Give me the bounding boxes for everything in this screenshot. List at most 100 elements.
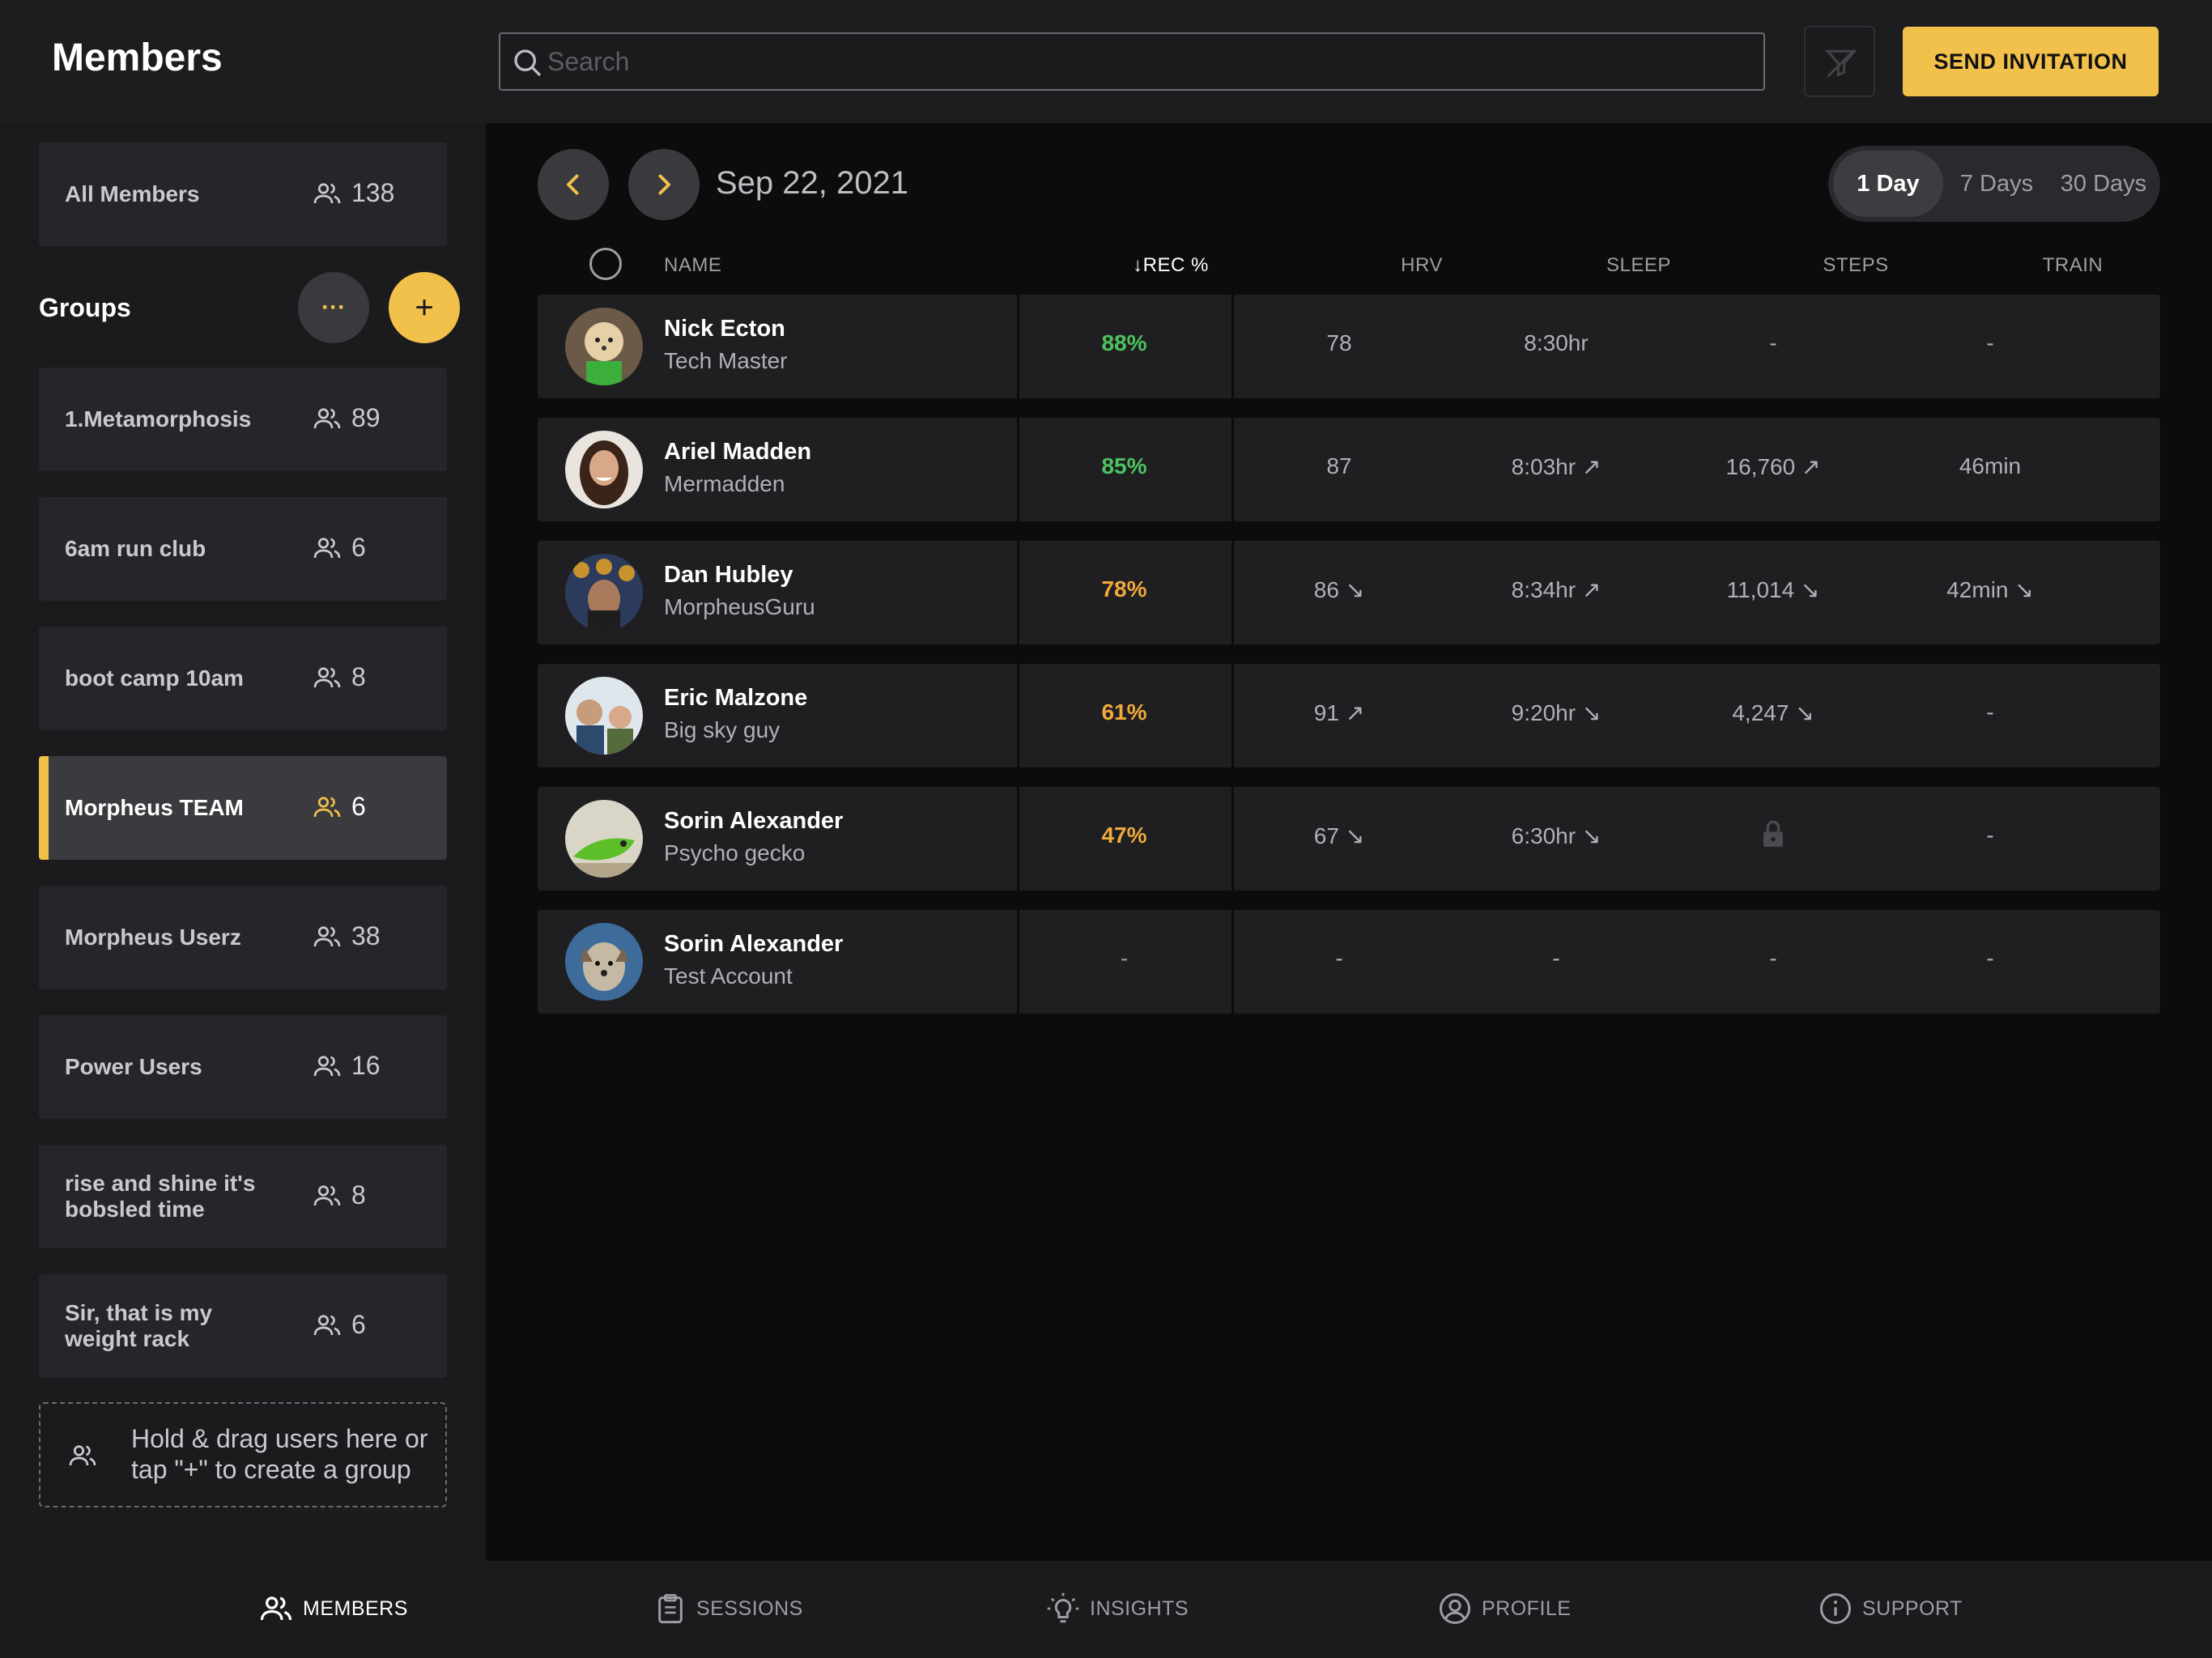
count-value: 8 — [351, 1180, 366, 1209]
previous-day-button[interactable] — [538, 149, 609, 220]
people-icon — [313, 666, 341, 687]
table-row[interactable]: Nick Ecton Tech Master 88% 78 8:30hr - - — [538, 295, 2160, 398]
tab-insights[interactable]: INSIGHTS — [1046, 1592, 1189, 1626]
members-panel: Sep 22, 2021 1 Day 7 Days 30 Days NAME ↓… — [486, 123, 2212, 1561]
avatar — [565, 923, 643, 1001]
search-input[interactable] — [547, 42, 1746, 81]
steps-value: 4,247 ↘ — [1732, 700, 1814, 725]
tab-support[interactable]: SUPPORT — [1819, 1592, 1963, 1626]
group-count: 16 — [313, 1051, 381, 1081]
count-value: 138 — [351, 178, 395, 207]
people-icon — [313, 182, 341, 203]
insights-icon — [1047, 1592, 1079, 1623]
column-header-hrv[interactable]: HRV — [1341, 254, 1503, 277]
hrv-value: 67 ↘ — [1313, 823, 1365, 848]
hrv-value: 86 ↘ — [1313, 577, 1365, 602]
sleep-value: 8:30hr — [1524, 330, 1589, 355]
range-1-day[interactable]: 1 Day — [1833, 151, 1943, 217]
table-row[interactable]: Sorin Alexander Psycho gecko 47% 67 ↘ 6:… — [538, 787, 2160, 891]
table-row[interactable]: Sorin Alexander Test Account - - - - - — [538, 910, 2160, 1014]
train-value: - — [1986, 823, 1994, 848]
train-value: - — [1986, 330, 1994, 355]
group-card[interactable]: Sir, that is my weight rack 6 — [39, 1274, 447, 1378]
member-subtitle: Test Account — [664, 963, 793, 988]
column-header-rec[interactable]: ↓REC % — [1090, 254, 1252, 277]
people-icon — [313, 1314, 341, 1335]
sleep-value: - — [1552, 946, 1560, 971]
table-row[interactable]: Ariel Madden Mermadden 85% 87 8:03hr ↗ 1… — [538, 418, 2160, 521]
sleep-value: 8:03hr ↗ — [1511, 454, 1602, 479]
people-icon — [313, 1055, 341, 1076]
rec-value: 61% — [1101, 699, 1147, 725]
column-header-rec-label: REC % — [1142, 254, 1209, 276]
group-card[interactable]: 1.Metamorphosis 89 — [39, 368, 447, 471]
sleep-value: 8:34hr ↗ — [1511, 577, 1602, 602]
group-count: 6 — [313, 533, 366, 563]
members-icon — [260, 1596, 292, 1621]
group-card[interactable]: Power Users 16 — [39, 1015, 447, 1119]
more-options-button[interactable]: ··· — [298, 272, 369, 343]
all-members-card[interactable]: All Members 138 — [39, 142, 447, 246]
next-day-button[interactable] — [628, 149, 700, 220]
group-count: 8 — [313, 662, 366, 692]
range-7-days[interactable]: 7 Days — [1943, 151, 2050, 217]
tab-label: SUPPORT — [1862, 1596, 1963, 1620]
member-name: Eric Malzone — [664, 685, 808, 711]
rec-value: 78% — [1101, 576, 1147, 602]
steps-value: 16,760 ↗ — [1725, 454, 1821, 479]
select-all-checkbox[interactable] — [589, 248, 622, 280]
lock-icon — [1763, 820, 1783, 847]
bottom-tab-bar: MEMBERS SESSIONS INSIGHTS PROFILE SUPPOR… — [0, 1561, 2212, 1658]
tab-label: PROFILE — [1482, 1596, 1572, 1620]
groups-sidebar: All Members 138 Groups ··· + 1.Metamorph… — [0, 123, 486, 1561]
group-count: 38 — [313, 921, 381, 951]
column-header-steps[interactable]: STEPS — [1775, 254, 1937, 277]
filter-button[interactable] — [1804, 26, 1875, 97]
group-card[interactable]: 6am run club 6 — [39, 497, 447, 601]
range-30-days[interactable]: 30 Days — [2050, 151, 2157, 217]
count-value: 6 — [351, 792, 366, 821]
member-subtitle: Big sky guy — [664, 717, 781, 742]
group-card-selected[interactable]: Morpheus TEAM 6 — [39, 756, 447, 860]
chevron-left-icon — [567, 174, 579, 195]
avatar — [565, 308, 643, 385]
group-card[interactable]: rise and shine it's bobsled time 8 — [39, 1145, 447, 1248]
count-value: 6 — [351, 533, 366, 562]
group-card[interactable]: Morpheus Userz 38 — [39, 886, 447, 989]
table-row[interactable]: Dan Hubley MorpheusGuru 78% 86 ↘ 8:34hr … — [538, 541, 2160, 644]
add-group-button[interactable]: + — [389, 272, 460, 343]
group-name: rise and shine it's bobsled time — [65, 1171, 256, 1222]
hrv-value: 87 — [1326, 453, 1352, 478]
people-icon — [313, 796, 341, 817]
tab-sessions[interactable]: SESSIONS — [654, 1592, 803, 1626]
table-row[interactable]: Eric Malzone Big sky guy 61% 91 ↗ 9:20hr… — [538, 664, 2160, 767]
group-name: boot camp 10am — [65, 665, 244, 691]
rec-value: 47% — [1101, 823, 1147, 848]
member-name: Ariel Madden — [664, 439, 812, 465]
column-header-train[interactable]: TRAIN — [1992, 254, 2154, 277]
chevron-right-icon — [658, 174, 670, 195]
profile-icon — [1440, 1593, 1470, 1624]
steps-value: - — [1769, 330, 1777, 355]
rec-value: - — [1120, 946, 1129, 971]
count-value: 8 — [351, 662, 366, 691]
group-name: Power Users — [65, 1054, 202, 1079]
column-header-name[interactable]: NAME — [664, 254, 721, 277]
tab-profile[interactable]: PROFILE — [1438, 1592, 1571, 1626]
people-icon — [69, 1445, 96, 1466]
avatar — [565, 800, 643, 878]
tab-members[interactable]: MEMBERS — [259, 1592, 408, 1626]
send-invitation-button[interactable]: SEND INVITATION — [1903, 27, 2159, 96]
current-date: Sep 22, 2021 — [716, 165, 908, 201]
create-group-dropzone[interactable]: Hold & drag users here or tap "+" to cre… — [39, 1402, 447, 1507]
group-count: 6 — [313, 1310, 366, 1340]
search-icon — [514, 49, 542, 77]
group-count: 8 — [313, 1180, 366, 1210]
rec-value: 88% — [1101, 330, 1147, 355]
tab-label: INSIGHTS — [1090, 1596, 1189, 1620]
support-icon — [1820, 1593, 1851, 1624]
column-header-sleep[interactable]: SLEEP — [1558, 254, 1720, 277]
hrv-value: 91 ↗ — [1313, 700, 1365, 725]
group-card[interactable]: boot camp 10am 8 — [39, 627, 447, 730]
search-box[interactable] — [499, 32, 1765, 91]
